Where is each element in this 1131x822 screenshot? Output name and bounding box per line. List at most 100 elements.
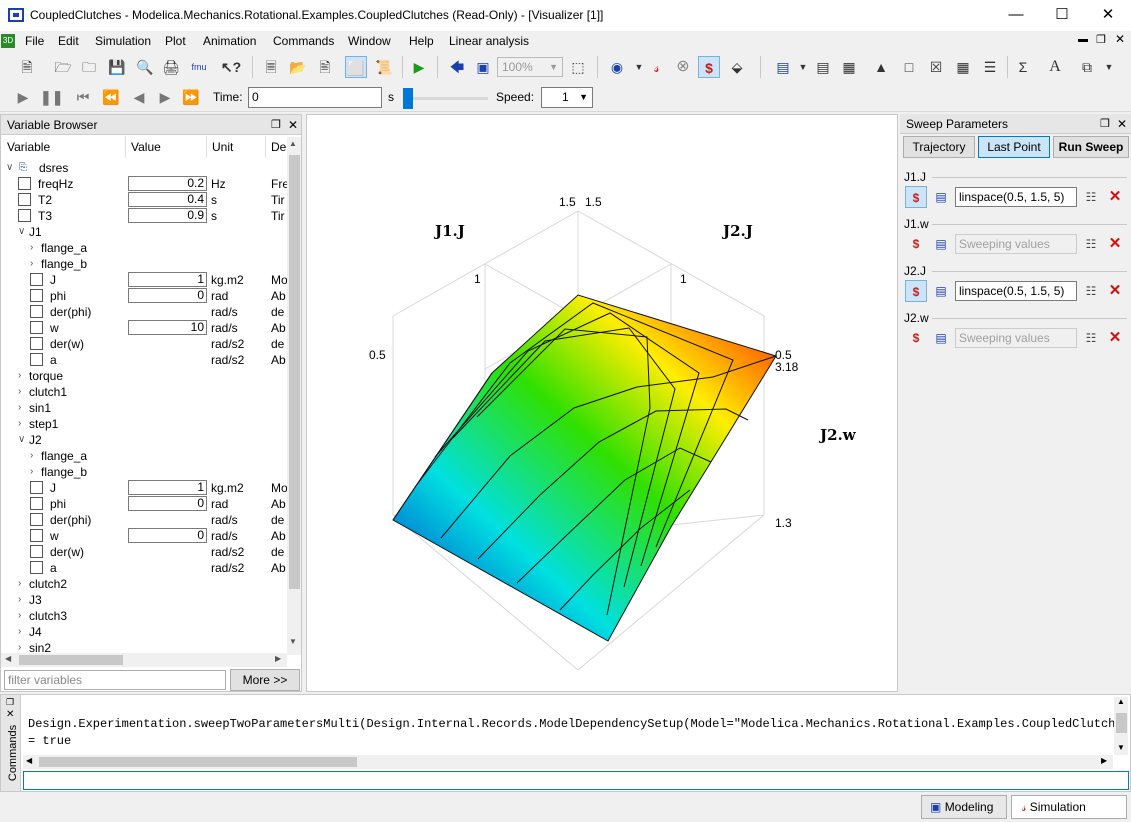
rewind-start-icon[interactable]: ⏮ [72, 86, 94, 108]
split-horizontal-icon[interactable]: ▤ [812, 56, 834, 78]
load-icon[interactable]: 🗀 [78, 56, 100, 78]
scrollbar-thumb[interactable] [39, 757, 357, 767]
step-back-icon[interactable]: ◀ [128, 86, 150, 108]
remove-param-icon[interactable]: ✕ [1104, 280, 1126, 302]
cross-box-icon[interactable]: ☒ [925, 56, 947, 78]
float-panel-icon[interactable]: ❐ [6, 697, 14, 708]
mdi-minimize-icon[interactable]: ▬ [1078, 34, 1088, 45]
modeling-tab[interactable]: ▣ Modeling [921, 795, 1007, 819]
variable-row[interactable]: › step1 [1, 416, 287, 432]
close-icon[interactable]: ✕ [1117, 114, 1127, 134]
table-edit-icon[interactable]: ☷ [1080, 233, 1102, 255]
expand-open-icon[interactable]: ∨ [6, 160, 13, 176]
sweep-param-value-input[interactable]: linspace(0.5, 1.5, 5) [955, 187, 1077, 207]
plot-checkbox[interactable] [30, 289, 43, 302]
variable-row[interactable]: J 1 kg.m2 Mo [1, 272, 287, 288]
variable-value-field[interactable]: 0.4 [128, 192, 207, 207]
menu-linear-analysis[interactable]: Linear analysis [449, 34, 529, 48]
plot-checkbox[interactable] [18, 193, 31, 206]
menu-animation[interactable]: Animation [203, 34, 256, 48]
legend-icon[interactable]: ☰ [979, 56, 1001, 78]
variable-row[interactable]: phi 0 rad Ab [1, 496, 287, 512]
variable-value-field[interactable]: 0.2 [128, 176, 207, 191]
surface-plot[interactable]: 1.5 1.51 10.5 0.53.181.3J1.J J2.JJ2.w [307, 115, 897, 691]
variable-row[interactable]: › torque [1, 368, 287, 384]
variable-row[interactable]: › flange_a [1, 240, 287, 256]
vertical-scrollbar[interactable]: ▲ ▼ [287, 137, 301, 655]
new-doc-icon[interactable]: 🗏 [260, 56, 282, 78]
variable-row[interactable]: w 10 rad/s Ab [1, 320, 287, 336]
chevron-down-icon[interactable]: ▼ [792, 56, 814, 78]
expand-closed-icon[interactable]: › [18, 400, 21, 416]
commands-vertical-scrollbar[interactable]: ▲ ▼ [1114, 697, 1128, 755]
print-icon[interactable]: 🖨 [160, 56, 182, 78]
table-edit-icon[interactable]: ☷ [1080, 186, 1102, 208]
variable-row[interactable]: › flange_b [1, 256, 287, 272]
sweep-dollar-icon[interactable]: $ [698, 56, 720, 78]
column-unit[interactable]: Unit [212, 140, 233, 154]
variable-value-field[interactable]: 1 [128, 272, 207, 287]
rectangle-icon[interactable]: □ [898, 56, 920, 78]
variable-row[interactable]: › J4 [1, 624, 287, 640]
new-file-icon[interactable]: 🗎 [16, 56, 38, 78]
horizontal-scrollbar[interactable]: ◀ ▶ [1, 653, 287, 667]
simulate-icon[interactable]: ▶ [408, 56, 430, 78]
scroll-down-icon[interactable]: ▼ [1117, 743, 1125, 752]
variable-row[interactable]: › clutch2 [1, 576, 287, 592]
variable-value-field[interactable]: 0 [128, 288, 207, 303]
expand-closed-icon[interactable]: › [18, 576, 21, 592]
table-icon[interactable]: ▦ [838, 56, 860, 78]
sweep-param-value-input[interactable]: linspace(0.5, 1.5, 5) [955, 281, 1077, 301]
variable-row[interactable]: w 0 rad/s Ab [1, 528, 287, 544]
variable-row[interactable]: freqHz 0.2 Hz Fre [1, 176, 287, 192]
visualizer-icon[interactable]: ⬜ [345, 56, 367, 78]
table-edit-icon[interactable]: ☷ [1080, 327, 1102, 349]
plot-checkbox[interactable] [30, 481, 43, 494]
plot-checkbox[interactable] [30, 305, 43, 318]
step-forward-icon[interactable]: ▶ [154, 86, 176, 108]
variable-row[interactable]: ∨ J1 [1, 224, 287, 240]
expand-closed-icon[interactable]: › [18, 384, 21, 400]
menu-plot[interactable]: Plot [165, 34, 186, 48]
scroll-up-icon[interactable]: ▲ [289, 139, 297, 148]
scroll-right-icon[interactable]: ▶ [1101, 756, 1107, 765]
expand-closed-icon[interactable]: › [18, 416, 21, 432]
column-description[interactable]: De [271, 140, 286, 154]
sweep-dollar-icon[interactable]: $ [905, 280, 927, 302]
scrollbar-thumb[interactable] [1116, 713, 1127, 733]
remove-param-icon[interactable]: ✕ [1104, 186, 1126, 208]
sum-icon[interactable]: Σ [1012, 56, 1034, 78]
variable-row[interactable]: a rad/s2 Ab [1, 352, 287, 368]
menu-help[interactable]: Help [409, 34, 434, 48]
plot-checkbox[interactable] [18, 177, 31, 190]
variable-row[interactable]: › sin2 [1, 640, 287, 654]
column-variable[interactable]: Variable [7, 140, 50, 154]
plot-checkbox[interactable] [30, 561, 43, 574]
last-point-tab[interactable]: Last Point [978, 136, 1050, 158]
table-edit-icon[interactable]: ☷ [1080, 280, 1102, 302]
expand-closed-icon[interactable]: › [18, 640, 21, 654]
sweep-param-value-input[interactable]: Sweeping values [955, 234, 1077, 254]
cancel-circle-icon[interactable]: ⊗ [672, 56, 694, 78]
trajectory-plot-icon[interactable]: ▤ [930, 186, 952, 208]
run-sweep-button[interactable]: Run Sweep [1053, 136, 1129, 158]
script-icon[interactable]: 📜 [373, 56, 395, 78]
expand-open-icon[interactable]: ∨ [18, 224, 25, 240]
variable-value-field[interactable]: 0 [128, 528, 207, 543]
variable-row[interactable]: J 1 kg.m2 Mo [1, 480, 287, 496]
window-arrange-icon[interactable]: ⧉ [1076, 56, 1098, 78]
text-icon[interactable]: A [1044, 56, 1066, 78]
expand-closed-icon[interactable]: › [18, 368, 21, 384]
remove-param-icon[interactable]: ✕ [1104, 327, 1126, 349]
scrollbar-thumb[interactable] [289, 155, 300, 589]
variable-row[interactable]: T3 0.9 s Tir [1, 208, 287, 224]
expand-closed-icon[interactable]: › [30, 448, 33, 464]
time-slider-handle[interactable] [403, 88, 413, 109]
trajectory-icon[interactable]: 𝓈 [646, 56, 668, 78]
chevron-down-icon[interactable]: ▼ [1098, 56, 1120, 78]
open-folder-icon[interactable]: 🗁 [52, 56, 74, 78]
grid-lines-icon[interactable]: ▦ [952, 56, 974, 78]
image-icon[interactable]: ▲ [870, 56, 892, 78]
menu-file[interactable]: File [25, 34, 44, 48]
time-input[interactable]: 0 [248, 87, 382, 108]
